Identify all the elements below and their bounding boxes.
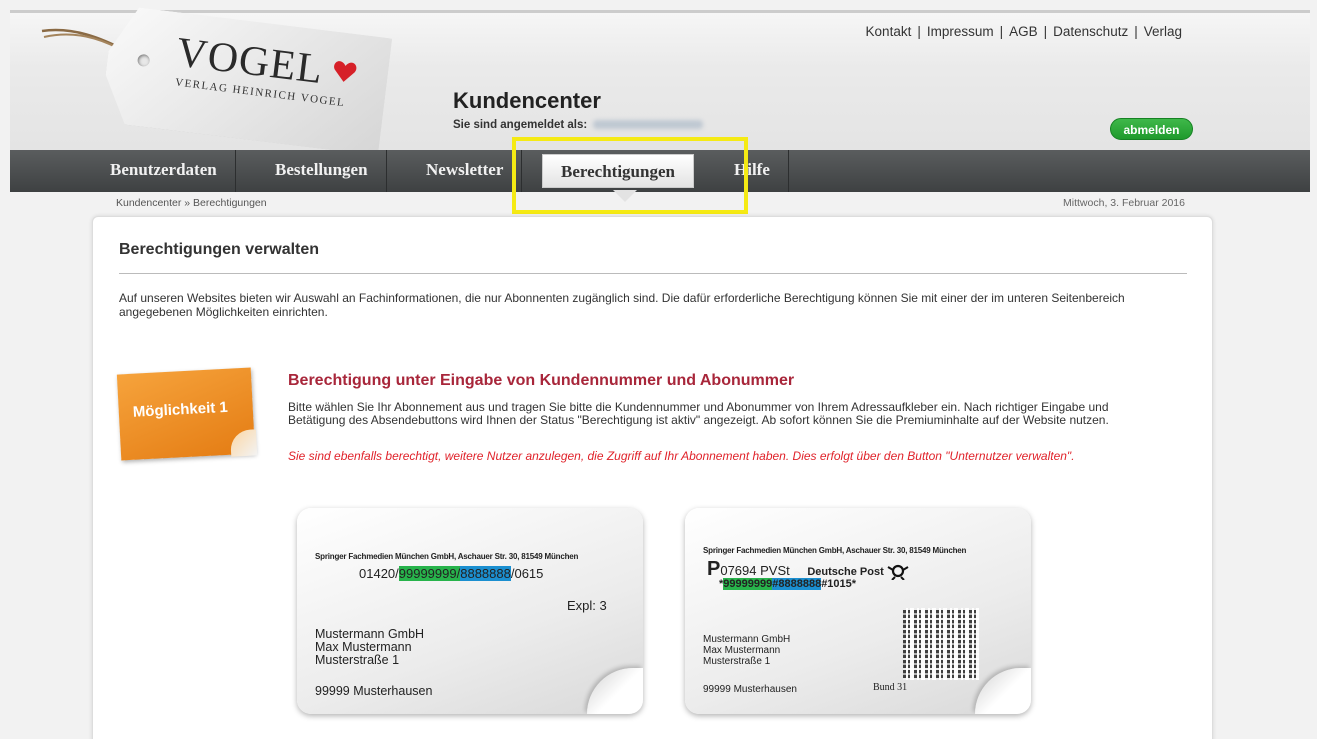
option-title: Berechtigung unter Eingabe von Kundennum…: [288, 372, 795, 389]
logout-button[interactable]: abmelden: [1110, 118, 1193, 140]
kundennummer: 99999999: [398, 566, 457, 581]
divider: [119, 273, 1187, 274]
datamatrix-overlay: [903, 608, 979, 680]
page-title: Kundencenter: [453, 88, 601, 113]
code-suffix: #1015*: [821, 578, 857, 590]
link-impressum[interactable]: Impressum: [927, 24, 994, 39]
content-panel: Berechtigungen verwalten Auf unseren Web…: [92, 216, 1213, 739]
deutsche-post-label: Deutsche Post: [807, 566, 884, 578]
separator: |: [1134, 24, 1138, 39]
address-city: 99999 Musterhausen: [703, 684, 797, 695]
intro-text: Auf unseren Websites bieten wir Auswahl …: [119, 291, 1125, 319]
logged-in-as: Sie sind angemeldet als:: [453, 119, 704, 131]
code-suffix: /0615: [510, 566, 544, 581]
heart-icon: [330, 57, 359, 86]
badge-curl: [229, 429, 258, 457]
current-date: Mittwoch, 3. Februar 2016: [1063, 197, 1185, 209]
page-curl: [975, 668, 1031, 714]
breadcrumb: Kundencenter » Berechtigungen: [116, 197, 267, 209]
address-person: Max Mustermann: [703, 645, 781, 656]
address-label-sample-2: Springer Fachmedien München GmbH, Aschau…: [685, 508, 1031, 714]
label-bund: Bund 31: [873, 682, 908, 693]
top-links: Kontakt | Impressum | AGB | Datenschutz | Verlag: [866, 24, 1182, 39]
option-badge: Möglichkeit 1: [116, 367, 258, 461]
label-address: Mustermann GmbH Max Mustermann Musterstr…: [703, 634, 790, 667]
highlight-box: [512, 137, 748, 214]
section-title: Berechtigungen verwalten: [119, 241, 320, 258]
option-description: Bitte wählen Sie Ihr Abonnement aus und …: [288, 400, 1109, 427]
address-street: Musterstraße 1: [703, 656, 771, 667]
tag-hole: [137, 54, 150, 67]
address-label-sample-1: Springer Fachmedien München GmbH, Aschau…: [297, 508, 643, 714]
logged-in-label: Sie sind angemeldet als:: [453, 119, 588, 131]
link-datenschutz[interactable]: Datenschutz: [1053, 24, 1128, 39]
abonummer: 8888888: [778, 578, 822, 590]
user-email-blurred: [593, 120, 704, 130]
option-badge-label: Möglichkeit 1: [132, 398, 229, 421]
label-sender: Springer Fachmedien München GmbH, Aschau…: [703, 546, 967, 555]
post-horn-icon: [887, 564, 909, 581]
label-code: 01420/99999999/8888888/0615: [359, 566, 543, 581]
separator: |: [999, 24, 1004, 39]
separator: |: [1043, 24, 1048, 39]
option-note: Sie sind ebenfalls berechtigt, weitere N…: [288, 449, 1075, 463]
address-street: Musterstraße 1: [315, 653, 400, 667]
address-company: Mustermann GmbH: [703, 634, 791, 645]
pvst-number: 07694 PVSt: [720, 563, 790, 578]
address-city: 99999 Musterhausen: [315, 684, 433, 698]
separator: |: [917, 24, 921, 39]
tab-bestellungen[interactable]: Bestellungen: [257, 150, 387, 192]
link-verlag[interactable]: Verlag: [1144, 24, 1182, 39]
link-kontakt[interactable]: Kontakt: [866, 24, 912, 39]
label-code: *99999999#8888888#1015*: [719, 578, 856, 590]
page-curl: [587, 668, 643, 714]
pvst-letter: P: [707, 558, 721, 580]
vogel-logo[interactable]: VOGEL VERLAG HEINRICH VOGEL: [100, 4, 392, 155]
header: Kontakt | Impressum | AGB | Datenschutz | Verlag…: [10, 10, 1310, 150]
label-expl: Expl: 3: [567, 598, 607, 613]
kundennummer: 99999999: [723, 578, 773, 590]
label-sender: Springer Fachmedien München GmbH, Aschau…: [315, 552, 579, 561]
label-address: Mustermann GmbH Max Mustermann Musterstr…: [315, 628, 424, 667]
code-prefix: 01420/: [359, 566, 399, 581]
abonummer: 8888888: [460, 566, 511, 581]
link-agb[interactable]: AGB: [1009, 24, 1038, 39]
tab-newsletter[interactable]: Newsletter: [408, 150, 523, 192]
tab-benutzerdaten[interactable]: Benutzerdaten: [92, 150, 236, 192]
